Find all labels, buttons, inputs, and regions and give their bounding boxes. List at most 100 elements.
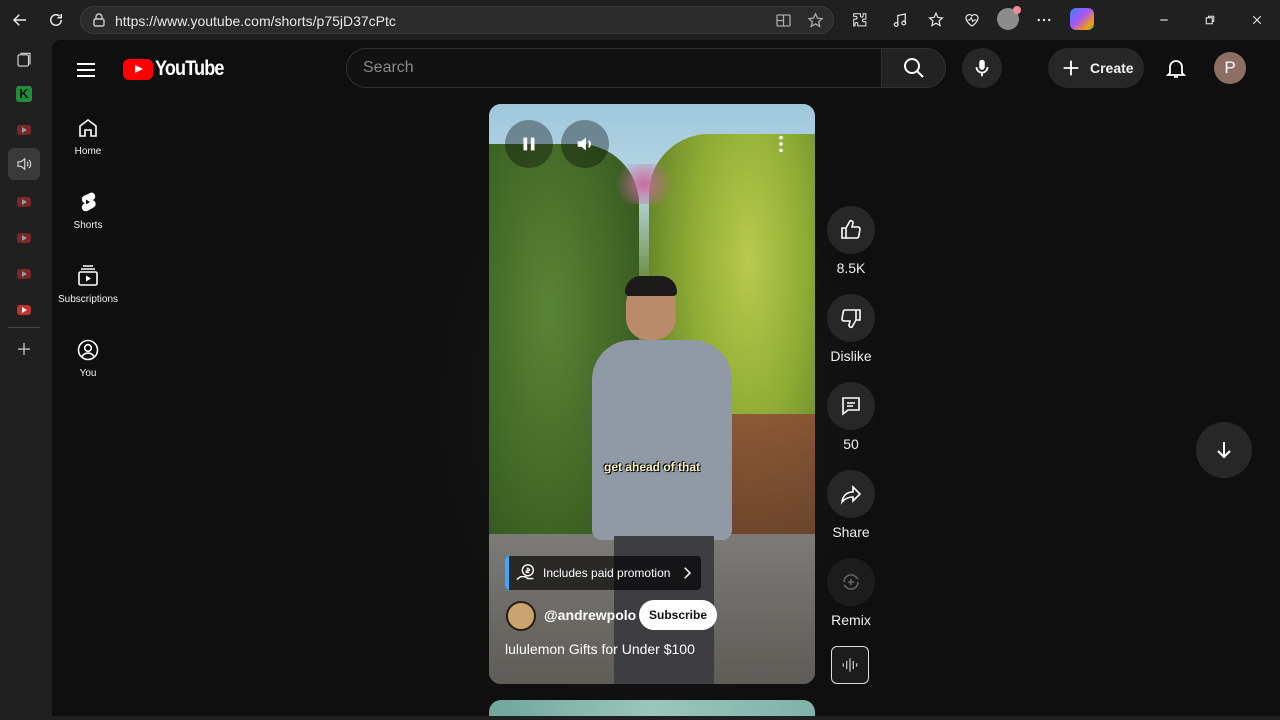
thumbs-down-icon bbox=[841, 309, 861, 329]
copilot-icon[interactable] bbox=[1070, 8, 1094, 30]
dislike-label: Dislike bbox=[830, 348, 872, 364]
search-input[interactable] bbox=[363, 49, 863, 87]
more-icon[interactable] bbox=[1032, 8, 1056, 32]
paid-promotion-icon bbox=[516, 564, 535, 580]
remix-button[interactable] bbox=[827, 558, 875, 606]
like-button[interactable] bbox=[827, 206, 875, 254]
brick-wall bbox=[729, 414, 815, 534]
rail-divider bbox=[8, 327, 40, 328]
microphone-icon bbox=[975, 59, 989, 77]
audio-waveform-icon bbox=[842, 658, 858, 672]
voice-search-button[interactable] bbox=[962, 48, 1002, 88]
favorites-icon[interactable] bbox=[924, 8, 948, 32]
media-control-icon[interactable] bbox=[888, 8, 912, 32]
pause-icon bbox=[523, 137, 535, 151]
youtube-tab-icon[interactable] bbox=[12, 118, 36, 142]
browser-toolbar: https://www.youtube.com/shorts/p75jD37cP… bbox=[0, 0, 1280, 40]
more-options-button[interactable] bbox=[769, 132, 793, 156]
account-avatar[interactable]: P bbox=[1214, 52, 1246, 84]
extensions-icon[interactable] bbox=[848, 8, 872, 32]
site-info-icon[interactable] bbox=[91, 12, 107, 28]
audio-tab-icon[interactable] bbox=[8, 148, 40, 180]
add-tab-icon[interactable] bbox=[12, 337, 36, 361]
search-button[interactable] bbox=[882, 48, 946, 88]
share-action[interactable]: Share bbox=[826, 470, 876, 540]
nav-shorts[interactable]: Shorts bbox=[52, 178, 124, 244]
restore-icon[interactable] bbox=[1198, 8, 1222, 32]
promo-accent-bar bbox=[505, 556, 509, 590]
youtube-tab-icon[interactable] bbox=[12, 226, 36, 250]
remix-action[interactable]: Remix bbox=[826, 558, 876, 628]
video-caption: get ahead of that bbox=[604, 460, 701, 474]
back-icon[interactable] bbox=[8, 8, 32, 32]
address-url[interactable]: https://www.youtube.com/shorts/p75jD37cP… bbox=[115, 13, 396, 29]
youtube-play-icon bbox=[123, 58, 153, 80]
browser-essentials-icon[interactable] bbox=[960, 8, 984, 32]
nav-label: Subscriptions bbox=[57, 294, 119, 305]
next-short-button[interactable] bbox=[1196, 422, 1252, 478]
like-count: 8.5K bbox=[836, 260, 866, 276]
subscriptions-icon bbox=[78, 265, 98, 286]
refresh-icon[interactable] bbox=[44, 8, 68, 32]
logo-text: YouTube bbox=[155, 57, 224, 80]
profile-icon[interactable] bbox=[997, 6, 1021, 30]
dislike-action[interactable]: Dislike bbox=[826, 294, 876, 364]
youtube-tab-icon[interactable] bbox=[12, 190, 36, 214]
like-action[interactable]: 8.5K bbox=[826, 206, 876, 276]
channel-name[interactable]: @andrewpolo bbox=[544, 607, 636, 623]
account-icon bbox=[77, 339, 99, 361]
next-short-preview[interactable] bbox=[489, 700, 815, 716]
arrow-down-icon bbox=[1217, 442, 1231, 459]
tab-actions-icon[interactable] bbox=[12, 48, 36, 72]
split-screen-icon[interactable] bbox=[775, 12, 792, 29]
comments-action[interactable]: 50 bbox=[826, 382, 876, 452]
video-title[interactable]: lululemon Gifts for Under $100 bbox=[505, 641, 695, 657]
plus-icon bbox=[1063, 60, 1079, 76]
thumbs-up-icon bbox=[841, 219, 861, 239]
promo-label: Includes paid promotion bbox=[543, 566, 671, 580]
shorts-icon bbox=[81, 192, 96, 212]
share-label: Share bbox=[832, 524, 870, 540]
create-button[interactable]: Create bbox=[1048, 48, 1144, 88]
youtube-logo[interactable]: YouTube bbox=[123, 57, 235, 81]
volume-button[interactable] bbox=[561, 120, 609, 168]
k-app-icon[interactable]: K bbox=[12, 82, 36, 106]
youtube-tab-icon[interactable] bbox=[12, 298, 36, 322]
comments-button[interactable] bbox=[827, 382, 875, 430]
person-shirt bbox=[592, 340, 732, 540]
paid-promotion-pill[interactable]: Includes paid promotion bbox=[505, 556, 701, 590]
flowers bbox=[609, 164, 679, 204]
short-video[interactable]: get ahead of that Includes paid promotio… bbox=[489, 104, 815, 684]
bell-icon bbox=[1165, 60, 1187, 78]
notifications-button[interactable] bbox=[1156, 48, 1196, 88]
channel-avatar[interactable] bbox=[506, 601, 536, 631]
comment-icon bbox=[842, 397, 860, 416]
nav-label: Shorts bbox=[73, 220, 103, 231]
share-button[interactable] bbox=[827, 470, 875, 518]
nav-label: Home bbox=[74, 146, 102, 157]
nav-home[interactable]: Home bbox=[52, 104, 124, 170]
person-hair bbox=[625, 276, 677, 296]
volume-icon bbox=[577, 137, 591, 151]
nav-you[interactable]: You bbox=[52, 326, 124, 392]
menu-icon[interactable] bbox=[74, 58, 98, 82]
search-icon bbox=[903, 58, 924, 78]
sound-button[interactable] bbox=[831, 646, 869, 684]
close-icon[interactable] bbox=[1245, 8, 1269, 32]
youtube-page: YouTube Create P Home Shorts Subscriptio… bbox=[52, 40, 1280, 716]
remix-icon bbox=[843, 574, 859, 590]
home-icon bbox=[79, 119, 97, 137]
share-icon bbox=[840, 485, 862, 505]
address-bar[interactable]: https://www.youtube.com/shorts/p75jD37cP… bbox=[80, 6, 834, 34]
favorite-star-icon[interactable] bbox=[807, 12, 824, 29]
minimize-icon[interactable] bbox=[1152, 8, 1176, 32]
nav-label: You bbox=[79, 368, 97, 379]
comment-count: 50 bbox=[843, 436, 859, 452]
youtube-tab-icon[interactable] bbox=[12, 262, 36, 286]
search-box[interactable] bbox=[346, 48, 882, 88]
pause-button[interactable] bbox=[505, 120, 553, 168]
nav-subscriptions[interactable]: Subscriptions bbox=[52, 252, 124, 318]
subscribe-button[interactable]: Subscribe bbox=[639, 600, 717, 630]
dislike-button[interactable] bbox=[827, 294, 875, 342]
more-vertical-icon bbox=[779, 135, 783, 153]
